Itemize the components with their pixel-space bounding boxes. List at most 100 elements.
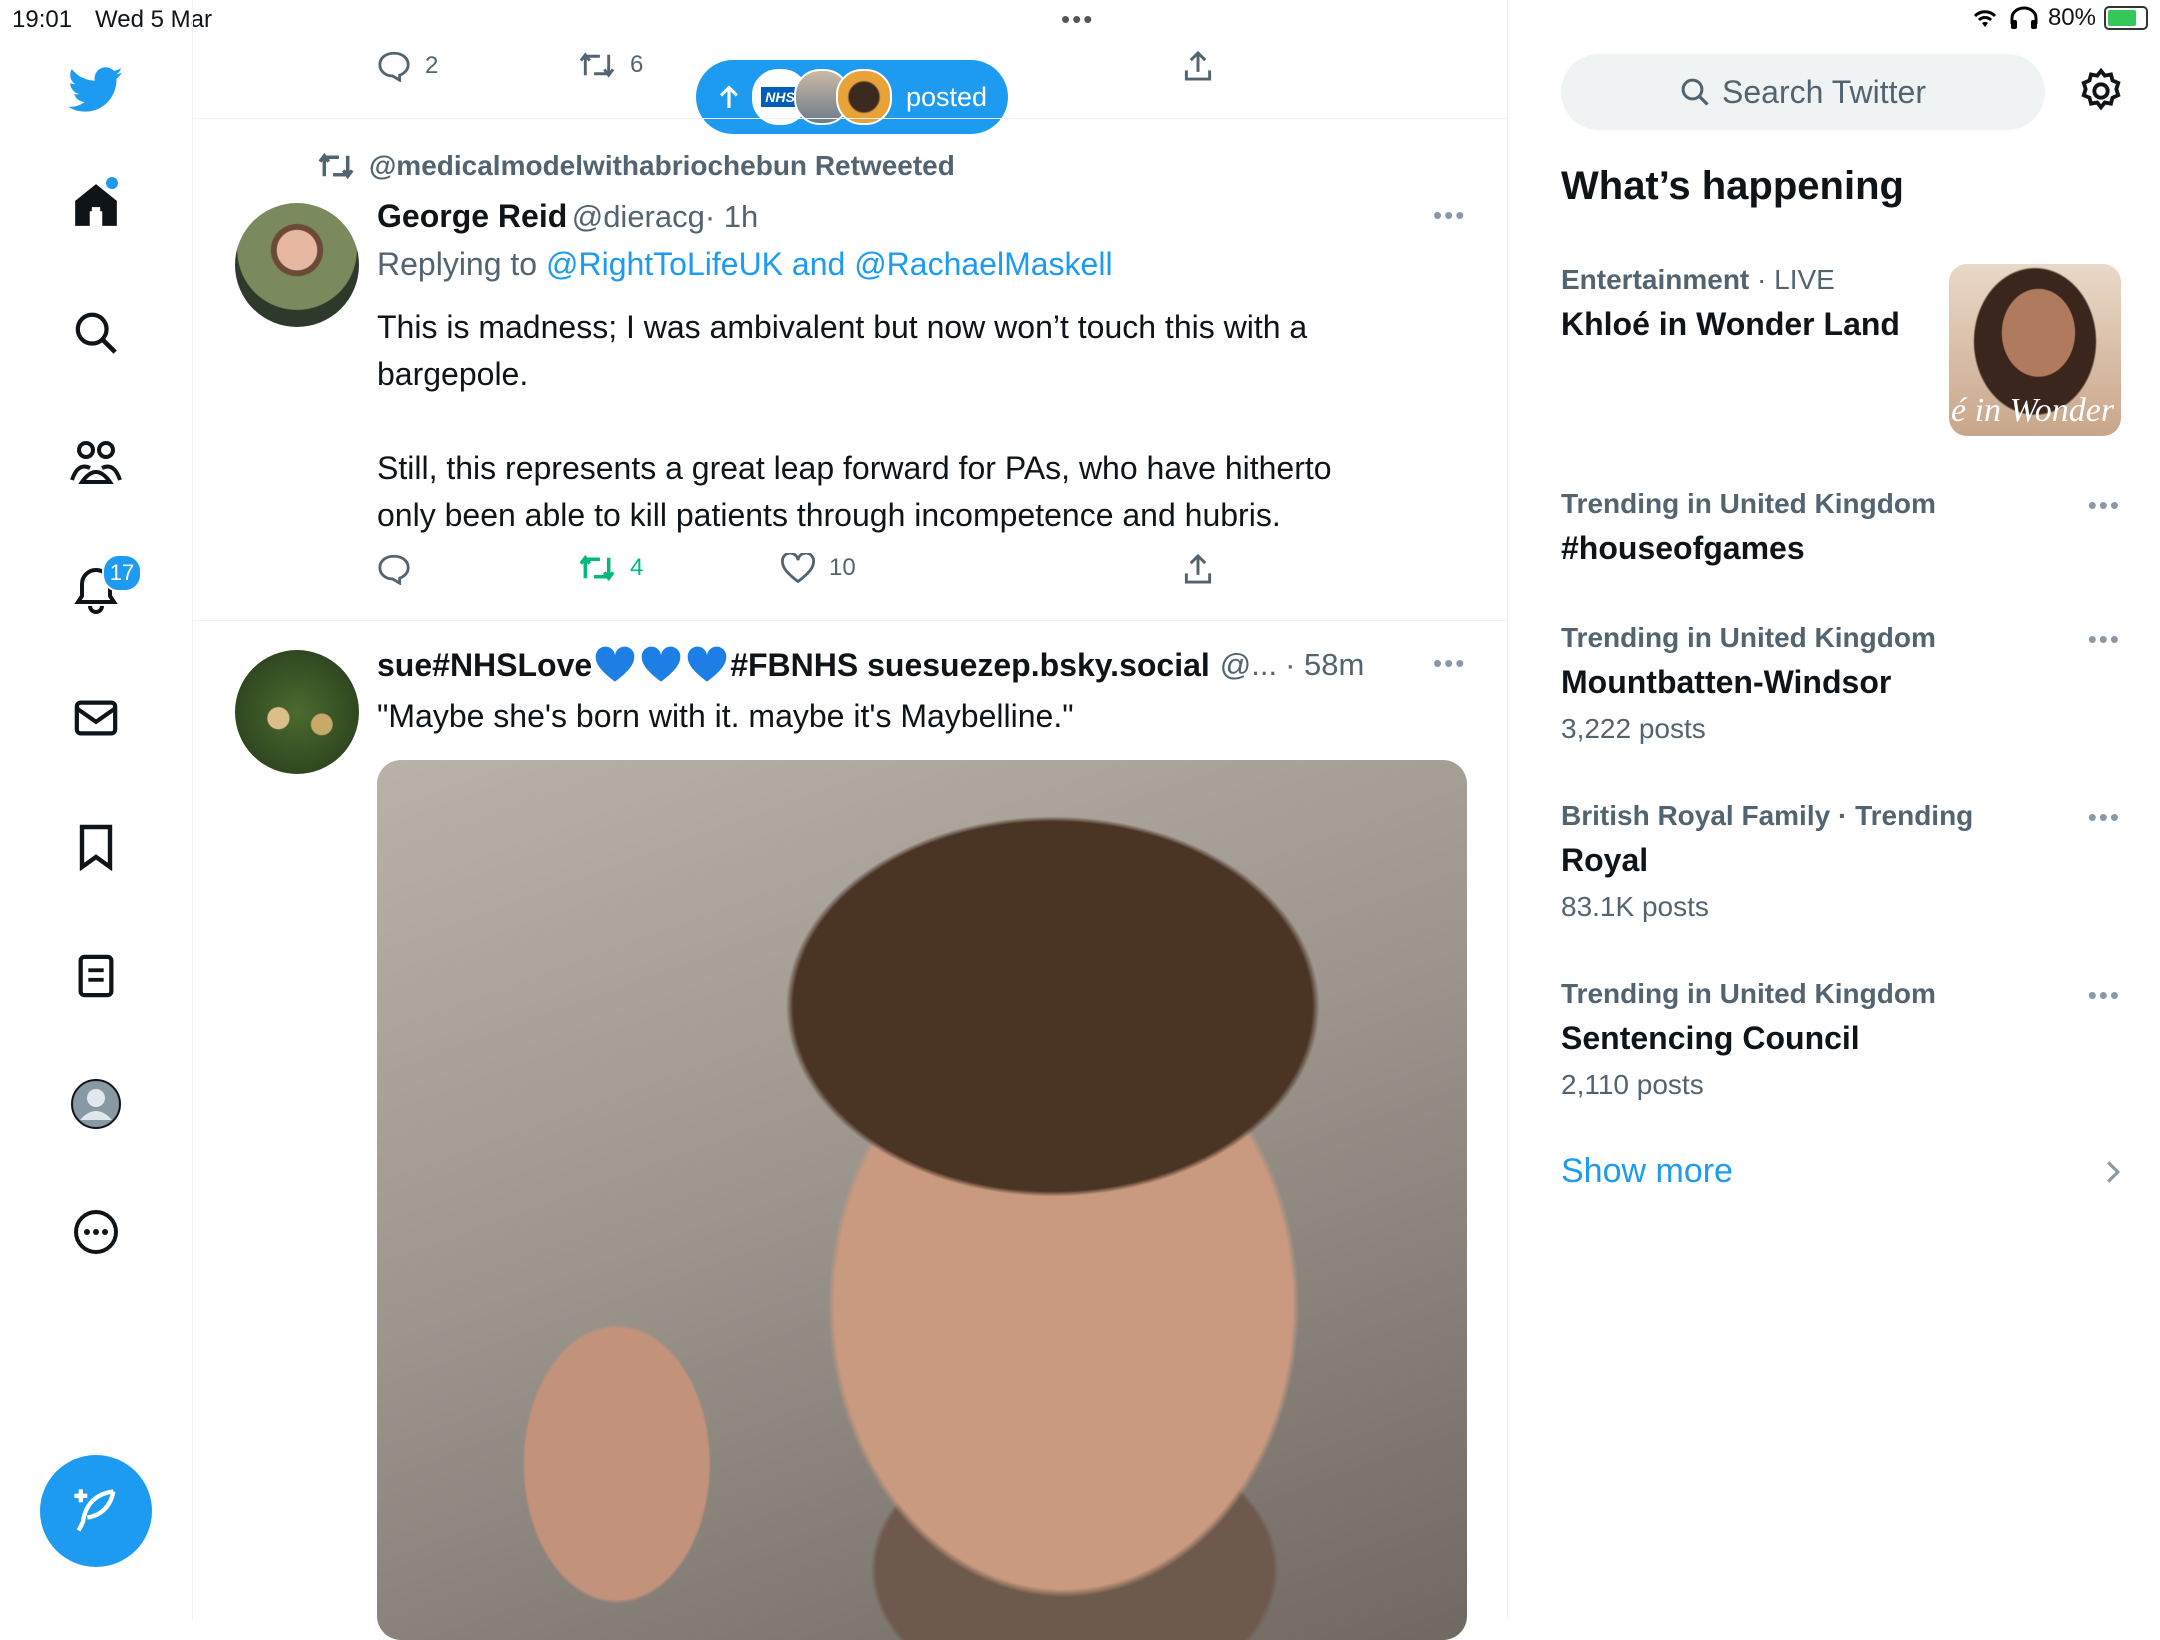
tweet-media-image[interactable] [377,760,1467,1640]
trend-item[interactable]: Trending in United Kingdom #houseofgames… [1561,488,2121,567]
trend-item[interactable]: Trending in United Kingdom Sentencing Co… [1561,978,2121,1101]
avatar[interactable] [235,203,359,327]
tweet-header: sue#NHSLove #FBNHS suesuezep.bsky.social… [377,646,1364,684]
tweet-text-line: Still, this represents a great leap forw… [377,450,1332,486]
more-options-icon[interactable]: ••• [1433,648,1466,679]
reply-action[interactable] [377,553,411,585]
search-input[interactable]: Search Twitter [1561,54,2045,130]
trend-post-count: 2,110 posts [1561,1069,1704,1100]
featured-category: Entertainment [1561,264,1750,295]
retweeted-by-label[interactable]: @medicalmodelwithabriochebun Retweeted [369,150,955,182]
replying-to-links[interactable]: @RightToLifeUK and @RachaelMaskell [546,246,1113,282]
chevron-right-icon [2107,1160,2121,1183]
home-icon[interactable] [66,175,126,235]
replying-to-prefix: Replying to [377,246,546,282]
notifications-badge: 17 [102,554,142,592]
notifications-icon[interactable]: 17 [66,554,142,620]
like-count: 10 [829,554,856,581]
settings-gear-icon[interactable] [2078,67,2126,116]
more-options-icon[interactable]: ••• [2088,802,2121,833]
author-name[interactable]: George Reid [377,198,567,234]
tweet-time[interactable]: · 58m [1285,647,1364,683]
retweet-count: 4 [630,554,644,581]
featured-thumbnail[interactable]: é in Wonder l [1949,264,2121,436]
lists-icon[interactable] [66,946,126,1006]
reply-action[interactable]: 2 [377,50,438,82]
reply-icon [378,51,410,82]
profile-icon[interactable] [66,1074,126,1134]
bookmarks-icon[interactable] [66,817,126,877]
more-icon[interactable] [66,1202,126,1262]
show-more-link[interactable]: Show more [1561,1152,2121,1191]
retweet-action[interactable]: 6 [578,50,643,80]
divider [193,118,1507,119]
retweet-icon [579,52,615,78]
reply-icon [378,554,410,585]
like-action[interactable]: 10 [781,553,856,583]
blue-heart-icon [641,646,681,682]
trend-category: British Royal Family · Trending [1561,800,1974,831]
replying-to-row: Replying to @RightToLifeUK and @RachaelM… [377,246,1113,283]
tweet-header: George Reid @dieracg· 1h [377,198,758,235]
share-icon [1184,553,1212,584]
featured-live: · LIVE [1757,264,1835,295]
trend-post-count: 3,222 posts [1561,713,1706,744]
avatar[interactable] [235,650,359,774]
trend-category: Trending in United Kingdom [1561,622,1936,653]
twitter-logo-icon[interactable] [66,60,126,120]
trend-title: Royal [1561,842,1649,878]
whats-happening-title: What’s happening [1561,164,1904,208]
new-posts-avatars: NHS [752,69,892,125]
author-name-suffix[interactable]: #FBNHS suesuezep.bsky.social [730,647,1210,684]
trend-item[interactable]: British Royal Family · Trending Royal 83… [1561,800,2121,923]
search-placeholder: Search Twitter [1722,73,1926,110]
messages-icon[interactable] [66,688,126,748]
trend-title: Sentencing Council [1561,1020,1860,1056]
tweet-text: This is madness; I was ambivalent but no… [377,304,1467,539]
new-posts-pill[interactable]: NHS posted [696,60,1008,134]
trend-title: Mountbatten-Windsor [1561,664,1892,700]
more-options-icon[interactable]: ••• [2088,980,2121,1011]
compose-feather-icon [74,1489,116,1532]
share-action[interactable] [1183,553,1213,585]
author-handle[interactable]: @dieracg [572,199,705,234]
share-action[interactable] [1183,50,1213,82]
new-posts-label: posted [906,81,988,112]
blue-heart-icon [687,646,727,682]
retweet-count: 6 [630,51,644,78]
share-icon [1184,50,1212,81]
reply-count: 2 [425,52,439,79]
more-options-icon[interactable]: ••• [2088,624,2121,655]
author-handle[interactable]: @... [1220,647,1277,683]
retweet-action[interactable]: 4 [578,553,643,583]
arrow-up-icon [720,85,738,108]
timeline: 2 6 NHS posted @medicalmodelwithabrioche… [193,0,1508,1640]
tweet-text-line: This is madness; I was ambivalent but no… [377,309,1308,345]
tweet-time[interactable]: · 1h [705,199,758,234]
featured-trend[interactable]: Entertainment · LIVE Khloé in Wonder Lan… [1561,264,2121,436]
search-icon [1681,78,1709,106]
communities-icon[interactable] [66,432,126,492]
trend-item[interactable]: Trending in United Kingdom Mountbatten-W… [1561,622,2121,745]
retweet-icon [579,554,615,582]
trend-post-count: 83.1K posts [1561,891,1709,922]
more-options-icon[interactable]: ••• [2088,490,2121,521]
tweet-text-line: only been able to kill patients through … [377,497,1281,533]
left-navigation: 17 [0,0,193,1620]
trend-category: Trending in United Kingdom [1561,488,1936,519]
heart-icon [781,553,815,583]
explore-icon[interactable] [66,303,126,363]
blue-heart-icon [595,646,635,682]
tweet-text-line: bargepole. [377,356,529,392]
tweet-text: "Maybe she's born with it. maybe it's Ma… [377,698,1074,734]
home-unread-dot [106,177,118,189]
thumbnail-caption: é in Wonder l [1951,392,2121,429]
blue-heart-icons [594,646,728,684]
right-sidebar: Search Twitter What’s happening Entertai… [1508,0,2160,1620]
compose-tweet-button[interactable] [40,1455,152,1567]
show-more-label: Show more [1561,1152,1733,1190]
more-options-icon[interactable]: ••• [1433,200,1466,231]
trend-category: Trending in United Kingdom [1561,978,1936,1009]
retweet-icon [318,152,354,180]
author-name-prefix[interactable]: sue#NHSLove [377,647,592,684]
